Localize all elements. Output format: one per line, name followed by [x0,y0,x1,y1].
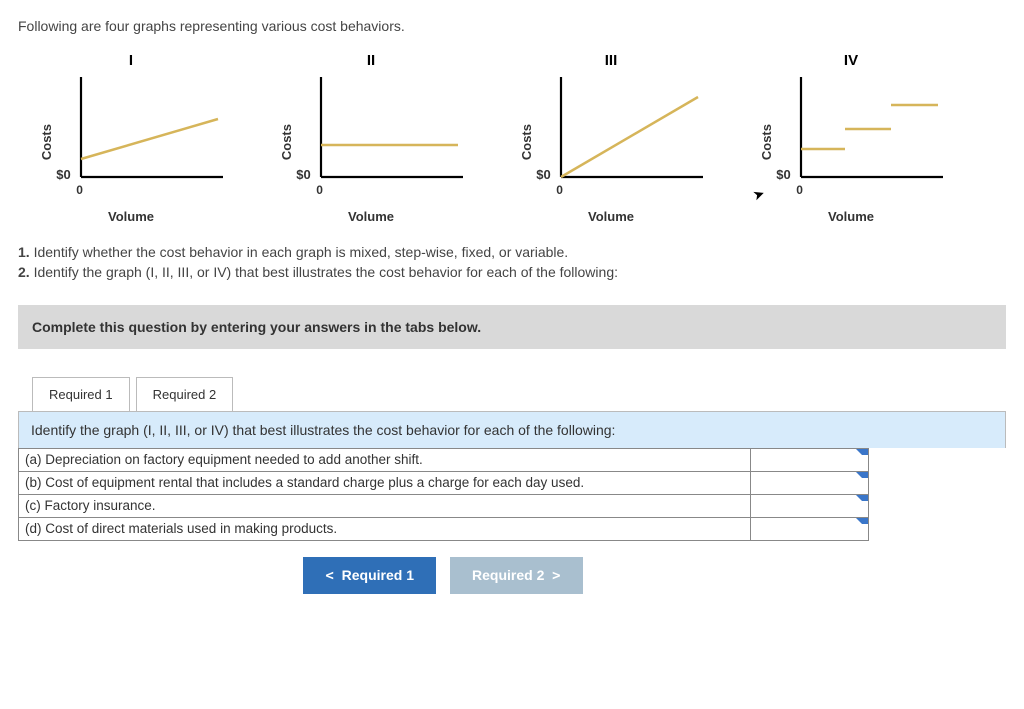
next-label: Required 2 [472,567,544,583]
graphs-row: I Costs $0 0 Volume II Costs [18,52,1006,224]
graph-1: I Costs $0 0 Volume [26,52,236,224]
graph-1-ylabel: Costs [39,124,54,160]
row-c-select[interactable] [751,495,868,517]
intro-text: Following are four graphs representing v… [18,18,1006,34]
q2-text: Identify the graph (I, II, III, or IV) t… [30,264,618,280]
row-b-text: (b) Cost of equipment rental that includ… [19,471,751,494]
graph-2-plot [313,77,463,182]
graph-2-title: II [367,52,375,69]
tab-prompt: Identify the graph (I, II, III, or IV) t… [18,411,1006,448]
graph-4-xlabel: Volume [828,209,874,224]
graph-3-y-origin: $0 [536,167,550,182]
graph-1-plot [73,77,223,182]
graph-3-xlabel: Volume [588,209,634,224]
row-d-select[interactable] [751,518,868,540]
chevron-right-icon: > [552,568,560,584]
chevron-left-icon: < [325,568,333,584]
graph-1-y-origin: $0 [56,167,70,182]
graph-1-xlabel: Volume [108,209,154,224]
graph-3-x-origin: 0 [556,183,576,197]
graph-2-ylabel: Costs [279,124,294,160]
graph-2-x-origin: 0 [316,183,336,197]
graph-1-x-origin: 0 [76,183,96,197]
row-a-text: (a) Depreciation on factory equipment ne… [19,448,751,471]
q1-num: 1. [18,244,30,260]
prev-label: Required 1 [342,567,414,583]
graph-2-y-origin: $0 [296,167,310,182]
row-c-text: (c) Factory insurance. [19,494,751,517]
q2-num: 2. [18,264,30,280]
table-row: (d) Cost of direct materials used in mak… [19,517,869,540]
q1-text: Identify whether the cost behavior in ea… [30,244,569,260]
question-list: 1. Identify whether the cost behavior in… [18,242,1006,283]
answer-table: (a) Depreciation on factory equipment ne… [18,448,869,541]
graph-4-ylabel: Costs [759,124,774,160]
row-b-select[interactable] [751,472,868,494]
next-required-button[interactable]: Required 2 > [450,557,583,594]
nav-row: < Required 1 Required 2 > [18,557,868,594]
graph-3-title: III [605,52,618,69]
graph-2-xlabel: Volume [348,209,394,224]
row-d-text: (d) Cost of direct materials used in mak… [19,517,751,540]
graph-3-plot [553,77,703,182]
graph-2: II Costs $0 0 Volume [266,52,476,224]
prev-required-button[interactable]: < Required 1 [303,557,436,594]
tab-required-1[interactable]: Required 1 [32,377,130,411]
table-row: (a) Depreciation on factory equipment ne… [19,448,869,471]
table-row: (b) Cost of equipment rental that includ… [19,471,869,494]
graph-4-y-origin: $0 [776,167,790,182]
table-row: (c) Factory insurance. [19,494,869,517]
graph-4: IV Costs ➤ $0 0 Vol [746,52,956,224]
graph-3-ylabel: Costs [519,124,534,160]
graph-4-x-origin: 0 [796,183,816,197]
tab-required-2[interactable]: Required 2 [136,377,234,411]
complete-instruction: Complete this question by entering your … [18,305,1006,349]
tabs-row: Required 1 Required 2 [32,377,1006,411]
graph-1-title: I [129,52,133,69]
graph-4-plot [793,77,943,182]
row-a-select[interactable] [751,449,868,471]
cursor-icon: ➤ [751,185,768,205]
graph-3: III Costs $0 0 Volume [506,52,716,224]
graph-4-title: IV [844,52,858,69]
